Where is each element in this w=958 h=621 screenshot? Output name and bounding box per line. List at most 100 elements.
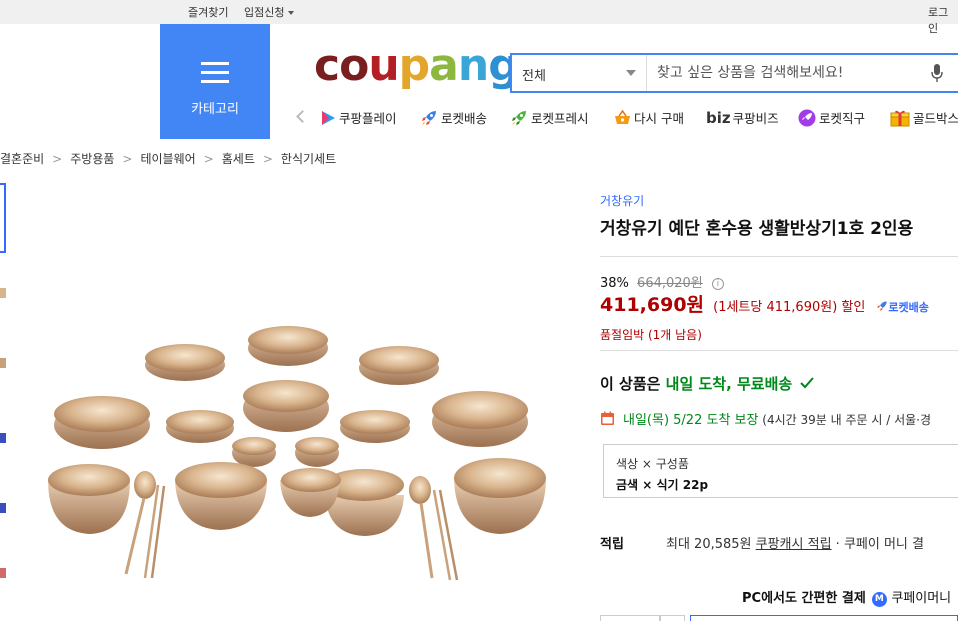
arrival-date: 내일(목) 5/22 도착 보장: [623, 413, 759, 428]
quick-link-rocket-delivery[interactable]: 로켓배송: [420, 108, 487, 127]
add-to-cart-button[interactable]: [690, 615, 958, 621]
reward-suffix: · 쿠페이 머니 결: [831, 537, 924, 552]
quick-link-label: 골드박스: [913, 111, 958, 126]
divider: [600, 256, 958, 257]
breadcrumb-item[interactable]: 테이블웨어: [140, 152, 195, 166]
rocket-fresh-icon: [512, 110, 526, 125]
discount-rate: 38%: [600, 276, 629, 291]
dropdown-arrow-icon: [626, 70, 636, 76]
rocket-delivery-badge: 로켓배송: [876, 301, 929, 314]
breadcrumb-separator-icon: >: [262, 152, 273, 166]
search-bar: 전체: [510, 53, 958, 93]
coupay-money-icon: M: [871, 592, 887, 607]
breadcrumb-item[interactable]: 주방용품: [70, 152, 114, 166]
coupang-cash-link[interactable]: 쿠팡캐시 적립: [756, 537, 832, 552]
checkmark-icon: [800, 377, 815, 389]
thumbnail-column: [0, 183, 8, 621]
option-label: 색상 × 구성품: [616, 457, 689, 471]
chevron-down-icon: [288, 11, 295, 15]
microphone-icon[interactable]: [930, 63, 944, 83]
reward-prefix: 최대 20,585원: [666, 537, 756, 552]
search-input[interactable]: [652, 55, 952, 91]
thumbnail[interactable]: [0, 433, 6, 443]
category-label: 카테고리: [191, 102, 239, 117]
breadcrumb-separator-icon: >: [52, 152, 63, 166]
chevron-left-icon[interactable]: [296, 110, 309, 123]
play-icon: [322, 110, 335, 125]
gold-box-icon: [890, 110, 910, 126]
brand-link[interactable]: 거창유기: [600, 192, 644, 209]
reward-label: 적립: [600, 537, 624, 552]
option-value: 금색 × 식기 22p: [616, 478, 709, 492]
original-price: 664,020원: [637, 276, 703, 291]
hamburger-icon: [201, 62, 229, 84]
arrival-guarantee: 내일(목) 5/22 도착 보장 (4시간 39분 내 주문 시 / 서울·경: [600, 409, 931, 428]
logo-letter: n: [457, 40, 489, 91]
delivery-highlight: 내일 도착, 무료배송: [665, 375, 793, 393]
quick-link-coupang-biz[interactable]: biz 쿠팡비즈: [706, 108, 779, 127]
price-row: 411,690원 (1세트당 411,690원) 할인 로켓배송: [600, 290, 929, 317]
coupay-money-label: 쿠페이머니: [891, 591, 952, 606]
category-button[interactable]: 카테고리: [160, 24, 270, 139]
rocket-badge-label: 로켓배송: [888, 301, 929, 314]
quick-link-rebuy[interactable]: 다시 구매: [614, 108, 684, 127]
quantity-controls: [600, 615, 958, 621]
quick-link-label: 로켓프레시: [531, 111, 589, 126]
quick-link-coupang-play[interactable]: 쿠팡플레이: [320, 108, 397, 127]
quick-link-label: 로켓직구: [819, 111, 866, 126]
breadcrumb: 결혼준비 > 주방용품 > 테이블웨어 > 홈세트 > 한식기세트: [0, 150, 336, 167]
pc-pay-text: PC에서도 간편한 결제: [742, 591, 866, 606]
top-utility-bar: 즐겨찾기 입점신청 로그인: [0, 0, 958, 35]
stock-notice: 품절임박 (1개 남음): [600, 328, 702, 342]
product-title: 거창유기 예단 혼수용 생활반상기1호 2인용: [600, 219, 914, 239]
coupang-logo[interactable]: coupang: [314, 44, 520, 88]
logo-letter: a: [429, 40, 459, 91]
favorites-link[interactable]: 즐겨찾기: [188, 4, 228, 20]
quick-link-label: 쿠팡플레이: [339, 111, 397, 126]
search-category-value: 전체: [522, 69, 546, 84]
quick-link-gold-box[interactable]: 골드박스: [890, 108, 958, 127]
logo-letter: p: [398, 40, 430, 91]
logo-letter: u: [368, 40, 399, 91]
seller-apply-label: 입점신청: [244, 6, 285, 19]
reward-row: 적립 최대 20,585원 쿠팡캐시 적립 · 쿠페이 머니 결: [600, 533, 924, 552]
login-link[interactable]: 로그인: [928, 4, 958, 36]
quick-link-label: 로켓배송: [441, 111, 488, 126]
thumbnail[interactable]: [0, 288, 6, 298]
quick-link-label: 다시 구매: [634, 111, 684, 126]
breadcrumb-item[interactable]: 결혼준비: [0, 152, 44, 166]
quick-link-rocket-global[interactable]: 로켓직구: [798, 108, 865, 127]
delivery-summary: 이 상품은 내일 도착, 무료배송: [600, 373, 815, 394]
rocket-icon: [877, 301, 888, 311]
pc-pay-banner: PC에서도 간편한 결제 M 쿠페이머니: [742, 587, 951, 607]
option-selector[interactable]: 색상 × 구성품 금색 × 식기 22p: [603, 444, 958, 498]
breadcrumb-separator-icon: >: [122, 152, 133, 166]
quick-link-label: 쿠팡비즈: [732, 111, 779, 126]
breadcrumb-separator-icon: >: [203, 152, 214, 166]
thumbnail[interactable]: [0, 568, 6, 578]
thumbnail[interactable]: [0, 358, 6, 368]
breadcrumb-item[interactable]: 한식기세트: [281, 152, 336, 166]
breadcrumb-item[interactable]: 홈세트: [222, 152, 255, 166]
unit-price: (1세트당 411,690원) 할인: [713, 300, 866, 315]
quick-link-rocket-fresh[interactable]: 로켓프레시: [510, 108, 589, 127]
arrival-detail: (4시간 39분 내 주문 시 / 서울·경: [758, 413, 932, 427]
quantity-stepper[interactable]: [600, 615, 660, 621]
basket-icon: [615, 109, 630, 124]
discount-row: 38% 664,020원 i: [600, 272, 724, 291]
seller-apply-link[interactable]: 입점신청: [244, 4, 295, 20]
logo-letter: c: [314, 40, 340, 91]
delivery-prefix: 이 상품은: [600, 375, 666, 393]
biz-icon: biz: [706, 108, 731, 127]
sale-price: 411,690원: [600, 294, 705, 316]
thumbnail[interactable]: [0, 503, 6, 513]
logo-letter: o: [339, 40, 369, 91]
rocket-global-icon: [798, 109, 816, 126]
product-image: [48, 326, 546, 581]
quantity-stepper-button[interactable]: [660, 615, 685, 621]
search-category-select[interactable]: 전체: [512, 55, 647, 91]
thumbnail-selected[interactable]: [0, 183, 6, 253]
divider: [600, 350, 958, 351]
info-icon[interactable]: i: [711, 277, 724, 290]
rocket-icon: [422, 110, 436, 125]
